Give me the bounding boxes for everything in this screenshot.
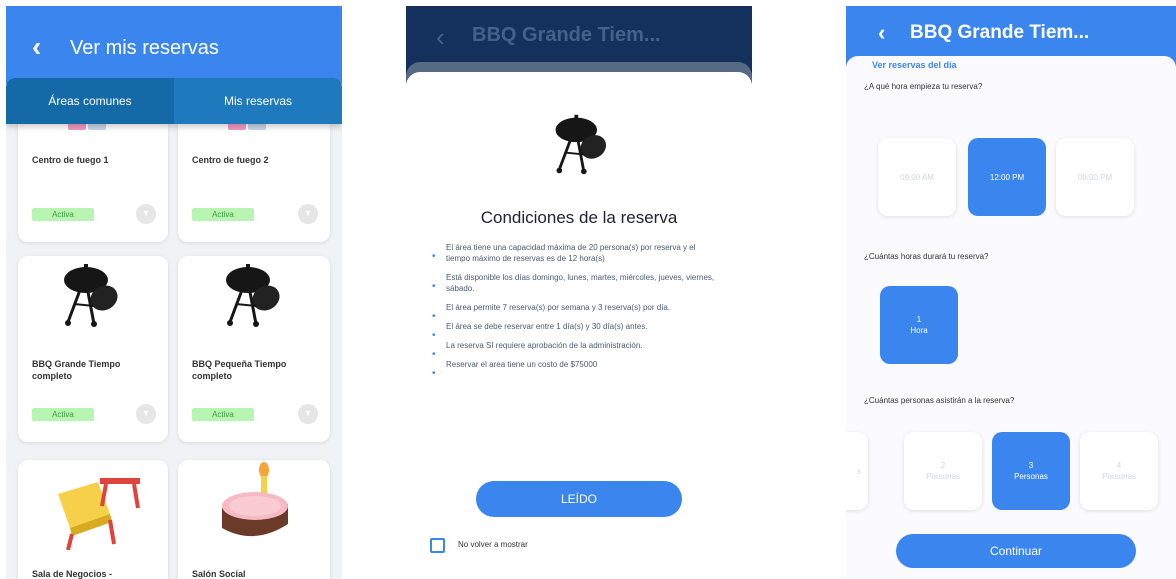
area-name: Salón Social	[192, 569, 246, 579]
chair-table-icon	[58, 478, 140, 550]
people-number: 3	[1028, 461, 1034, 470]
condition-item: El área tiene una capacidad máxima de 20…	[432, 242, 716, 264]
people-unit: Personas	[1014, 472, 1048, 481]
screenshot-collage: ‹ Ver mis reservas Áreas comunes Mis res…	[0, 0, 1176, 579]
back-button[interactable]: ‹	[32, 32, 41, 62]
area-name: Centro de fuego 1	[32, 155, 109, 165]
hours-option-selected[interactable]: 1 Hora	[880, 286, 958, 364]
conditions-modal: Condiciones de la reserva El área tiene …	[406, 72, 752, 579]
hours-number: 1	[916, 315, 922, 324]
people-unit: Personas	[926, 472, 960, 481]
area-card-bbq-grande[interactable]: BBQ Grande Tiempo completo Activa ▾	[18, 256, 168, 442]
people-option[interactable]: 2 Personas	[904, 432, 982, 510]
back-button[interactable]: ‹	[878, 20, 885, 46]
page-title: Ver mis reservas	[70, 37, 219, 59]
continuar-button[interactable]: Continuar	[896, 534, 1136, 568]
status-badge: Activa	[32, 408, 94, 421]
screen-condiciones: ‹ BBQ Grande Tiem... Condiciones de la r…	[406, 6, 752, 579]
status-badge: Activa	[32, 208, 94, 221]
area-card-bbq-pequena[interactable]: BBQ Pequeña Tiempo completo Activa ▾	[178, 256, 330, 442]
page-title: BBQ Grande Tiem...	[472, 24, 661, 46]
chevron-down-icon[interactable]: ▾	[136, 404, 156, 424]
back-button[interactable]: ‹	[436, 22, 445, 53]
checkbox-label: No volver a mostrar	[458, 540, 528, 549]
time-option[interactable]: 09:00 AM	[878, 138, 956, 216]
tab-areas-comunes[interactable]: Áreas comunes	[6, 78, 174, 124]
time-option-selected[interactable]: 12:00 PM	[968, 138, 1046, 216]
app-header: ‹ Ver mis reservas	[6, 6, 342, 84]
people-option-selected[interactable]: 3 Personas	[992, 432, 1070, 510]
chevron-down-icon[interactable]: ▾	[298, 204, 318, 224]
no-mostrar-checkbox[interactable]	[430, 538, 445, 553]
status-badge: Activa	[192, 208, 254, 221]
question-people: ¿Cuántas personas asistirán a la reserva…	[864, 396, 1015, 405]
screen-reserva-form: ‹ BBQ Grande Tiem... Ver reservas del dí…	[846, 6, 1176, 579]
condition-item: El área permite 7 reserva(s) por semana …	[432, 302, 716, 322]
app-header-dimmed: ‹ BBQ Grande Tiem...	[406, 6, 752, 70]
area-card-centro-fuego-2[interactable]: Centro de fuego 2 Activa ▾	[178, 116, 330, 242]
condition-item: Está disponible los días domingo, lunes,…	[432, 272, 716, 294]
reservation-form: Ver reservas del día ¿A qué hora empieza…	[846, 56, 1176, 579]
condition-item: Reservar el area tiene un costo de $7500…	[432, 359, 716, 379]
bbq-grill-icon	[226, 264, 280, 327]
question-start-time: ¿A qué hora empieza tu reserva?	[864, 82, 983, 91]
tab-bar: Áreas comunes Mis reservas	[6, 78, 342, 124]
area-card-salon-social[interactable]: Salón Social	[178, 460, 330, 579]
area-name: BBQ Grande Tiempo completo	[32, 359, 121, 381]
people-number: 4	[1116, 461, 1122, 470]
page-title: BBQ Grande Tiem...	[910, 22, 1090, 43]
condition-item: El área se debe reservar entre 1 día(s) …	[432, 321, 716, 341]
leido-button[interactable]: LEÍDO	[476, 481, 682, 517]
people-unit: s	[857, 466, 861, 476]
ver-reservas-link[interactable]: Ver reservas del día	[872, 60, 957, 70]
cake-icon	[222, 462, 288, 537]
area-name: BBQ Pequeña Tiempo completo	[192, 359, 287, 381]
chevron-down-icon[interactable]: ▾	[298, 404, 318, 424]
tab-mis-reservas[interactable]: Mis reservas	[174, 78, 342, 124]
condition-item: La reserva SI requiere aprobación de la …	[432, 340, 716, 360]
bbq-grill-icon	[64, 264, 118, 327]
chevron-down-icon[interactable]: ▾	[136, 204, 156, 224]
screen-ver-mis-reservas: ‹ Ver mis reservas Áreas comunes Mis res…	[6, 6, 342, 579]
time-option[interactable]: 09:00 PM	[1056, 138, 1134, 216]
area-card-sala-negocios[interactable]: Sala de Negocios -	[18, 460, 168, 579]
people-option[interactable]: 4 Personas	[1080, 432, 1158, 510]
modal-title: Condiciones de la reserva	[480, 208, 678, 227]
people-number: 2	[940, 461, 946, 470]
hours-unit: Hora	[910, 326, 928, 335]
question-duration: ¿Cuántas horas durará tu reserva?	[864, 252, 989, 261]
people-option[interactable]: s	[846, 432, 868, 510]
area-name: Sala de Negocios -	[32, 569, 113, 579]
area-card-centro-fuego-1[interactable]: Centro de fuego 1 Activa ▾	[18, 116, 168, 242]
people-unit: Personas	[1102, 472, 1136, 481]
bbq-grill-icon	[555, 114, 607, 175]
conditions-list: El área tiene una capacidad máxima de 20…	[432, 242, 716, 379]
status-badge: Activa	[192, 408, 254, 421]
area-name: Centro de fuego 2	[192, 155, 269, 165]
